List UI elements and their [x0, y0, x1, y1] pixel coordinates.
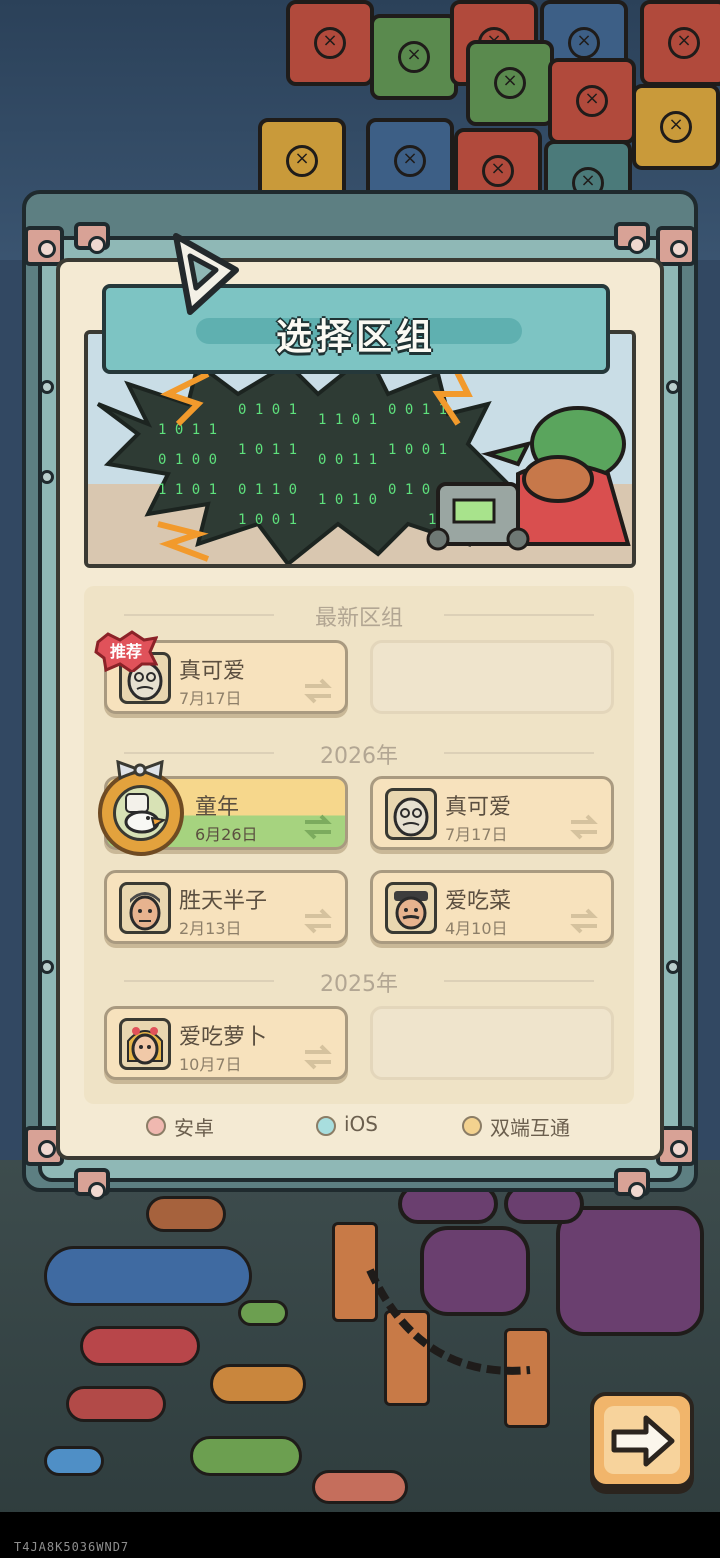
server-name: 爱吃菜 [445, 889, 512, 914]
swap-arrows-icon [304, 814, 332, 840]
swap-arrows-icon [304, 908, 332, 934]
server-name: 爱吃萝卜 [179, 1025, 268, 1050]
svg-text:0 0 1 1: 0 0 1 1 [388, 402, 447, 418]
crate-block [286, 0, 374, 86]
svg-text:0 1 0 1: 0 1 0 1 [238, 402, 297, 418]
frame-corner [614, 1168, 650, 1200]
floor-stone [312, 1470, 408, 1504]
frame-corner [74, 222, 110, 254]
mushroom-block [420, 1226, 530, 1316]
svg-text:0 0 1 1: 0 0 1 1 [318, 452, 377, 468]
frame-corner [656, 226, 696, 266]
server-date: 7月17日 [445, 825, 508, 844]
frame-bolt [40, 380, 54, 394]
frame-bolt [40, 960, 54, 974]
svg-text:1 0 1 1: 1 0 1 1 [158, 422, 217, 438]
swap-arrows-icon [304, 678, 332, 704]
girl-face-icon [127, 1027, 163, 1065]
svg-text:0 1 0 0: 0 1 0 0 [158, 452, 217, 468]
floor-stone [238, 1300, 288, 1326]
device-id-label: T4JA8K5036WND7 [14, 1540, 130, 1554]
server-avatar [113, 785, 169, 841]
server-name: 童年 [195, 795, 240, 820]
server-name: 胜天半子 [179, 889, 268, 914]
svg-text:1 0 0 1: 1 0 0 1 [238, 512, 297, 528]
swap-arrows-icon [570, 814, 598, 840]
server-avatar [385, 788, 437, 840]
man-face-icon [129, 892, 161, 931]
mushroom-block [556, 1206, 704, 1336]
section-title-2025: 2025年 [84, 966, 634, 998]
server-date: 4月10日 [445, 919, 508, 938]
floor-stone [190, 1436, 302, 1476]
svg-text:1 0 0 1: 1 0 0 1 [388, 442, 447, 458]
legend-dot-android [146, 1116, 166, 1136]
next-button[interactable] [590, 1392, 694, 1488]
crate-block [640, 0, 720, 86]
server-date: 6月26日 [195, 825, 258, 844]
server-date: 10月7日 [179, 1055, 242, 1074]
crate-block [632, 84, 720, 170]
swap-arrows-icon [570, 908, 598, 934]
legend-dot-cross-platform [462, 1116, 482, 1136]
back-arrow-icon[interactable] [166, 230, 242, 316]
floor-stone [66, 1386, 166, 1422]
swap-arrows-icon [304, 1044, 332, 1070]
server-avatar [119, 1018, 171, 1070]
floor-stone [44, 1446, 104, 1476]
floor-stone [146, 1196, 226, 1232]
frame-bolt [40, 470, 54, 484]
crate-block [548, 58, 636, 144]
svg-text:1 0 1 1: 1 0 1 1 [238, 442, 297, 458]
server-avatar [385, 882, 437, 934]
server-date: 7月17日 [179, 689, 242, 708]
ribbon-bow-icon [116, 760, 164, 780]
duck-icon [124, 793, 166, 834]
section-title-2026: 2026年 [84, 738, 634, 770]
server-avatar [119, 882, 171, 934]
svg-text:1 0 1 0: 1 0 1 0 [318, 492, 377, 508]
recommend-badge-label: 推荐 [109, 642, 142, 661]
current-server-avatar [98, 770, 184, 856]
frame-corner [24, 226, 64, 266]
server-date: 2月13日 [179, 919, 242, 938]
server-card[interactable]: 爱吃菜 4月10日 [370, 870, 614, 944]
grumpy-face-icon [393, 797, 429, 837]
svg-text:0 1 1 0: 0 1 1 0 [238, 482, 297, 498]
frame-corner [74, 1168, 110, 1200]
legend-label: iOS [344, 1112, 378, 1136]
frame-corner [614, 222, 650, 254]
crate-block [466, 40, 554, 126]
frame-bolt [666, 960, 680, 974]
crate-block [370, 14, 458, 100]
empty-server-slot [370, 640, 614, 714]
server-card[interactable]: 爱吃萝卜 10月7日 [104, 1006, 348, 1080]
legend-label: 双端互通 [490, 1116, 570, 1140]
section-title-latest: 最新区组 [84, 600, 634, 632]
legend-dot-ios [316, 1116, 336, 1136]
server-name: 真可爱 [179, 659, 246, 684]
server-card[interactable]: 胜天半子 2月13日 [104, 870, 348, 944]
floor-stone [44, 1246, 252, 1306]
cap-man-face-icon [394, 891, 428, 930]
server-name: 真可爱 [445, 795, 512, 820]
arrow-right-icon [611, 1415, 675, 1467]
server-card[interactable]: 真可爱 7月17日 [370, 776, 614, 850]
svg-text:1 1 0 1: 1 1 0 1 [318, 412, 377, 428]
legend-label: 安卓 [174, 1116, 214, 1140]
frame-bolt [666, 380, 680, 394]
svg-text:1 1 0 1: 1 1 0 1 [158, 482, 217, 498]
floor-stone [80, 1326, 200, 1366]
empty-server-slot [370, 1006, 614, 1080]
floor-stone [210, 1364, 306, 1404]
